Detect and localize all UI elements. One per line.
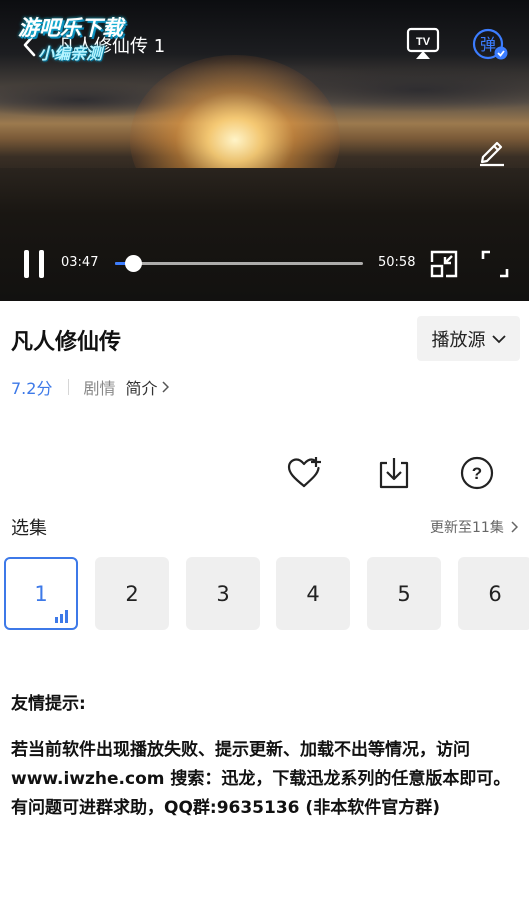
tv-cast-button[interactable]: TV <box>404 26 442 62</box>
danmu-toggle-button[interactable]: 弹 <box>470 26 510 62</box>
episode-number: 2 <box>125 581 139 606</box>
intro-label: 简介 <box>125 379 158 398</box>
show-title: 凡人修仙传 <box>11 330 122 355</box>
seek-bar[interactable] <box>115 255 363 272</box>
notice-title: 友情提示: <box>11 694 86 714</box>
pip-button[interactable] <box>426 246 462 282</box>
tv-cast-icon: TV <box>406 27 440 59</box>
meta-row: 7.2分 剧情 简介 <box>11 375 170 399</box>
episode-number: 6 <box>488 581 502 606</box>
pause-button[interactable] <box>18 246 52 282</box>
help-button[interactable]: ? <box>457 453 497 493</box>
intro-link[interactable]: 简介 <box>125 375 170 399</box>
chevron-right-icon <box>511 521 518 533</box>
episodes-update-link[interactable]: 更新至11集 <box>430 517 518 537</box>
episode-number: 1 <box>34 581 48 606</box>
video-player[interactable]: 凡人修仙传 1 游吧乐下载 小编亲测 TV 弹 03:47 50:58 <box>0 0 529 301</box>
play-source-label: 播放源 <box>431 329 486 351</box>
seek-bar-thumb[interactable] <box>124 255 142 272</box>
divider <box>68 379 70 395</box>
rating: 7.2分 <box>11 379 53 398</box>
pause-icon <box>24 250 44 278</box>
episode-number: 3 <box>216 581 230 606</box>
download-icon <box>379 458 409 489</box>
notice-body: 若当前软件出现播放失败、提示更新、加载不出等情况，访问 www.iwzhe.co… <box>11 740 511 818</box>
svg-text:TV: TV <box>416 36 431 48</box>
current-time: 03:47 <box>61 255 99 270</box>
danmu-icon: 弹 <box>472 28 508 60</box>
episodes-label: 选集 <box>11 518 47 539</box>
watermark-logo: 游吧乐下载 小编亲测 <box>10 8 160 68</box>
pip-icon <box>430 250 458 278</box>
edit-button[interactable] <box>474 132 510 168</box>
episode-button-3[interactable]: 3 <box>186 557 260 630</box>
help-icon: ? <box>460 456 494 490</box>
download-button[interactable] <box>374 453 414 493</box>
watermark-line2: 小编亲测 <box>38 44 103 63</box>
episode-list: 1 2 3 4 5 6 <box>4 556 529 632</box>
episode-number: 5 <box>397 581 411 606</box>
edit-icon <box>480 141 504 167</box>
episode-button-4[interactable]: 4 <box>276 557 350 630</box>
episode-number: 4 <box>306 581 320 606</box>
episode-button-6[interactable]: 6 <box>458 557 529 630</box>
fullscreen-button[interactable] <box>478 247 512 281</box>
play-source-button[interactable]: 播放源 <box>417 316 520 361</box>
svg-text:弹: 弹 <box>480 35 496 54</box>
chevron-right-icon <box>162 381 170 393</box>
total-time: 50:58 <box>378 255 416 270</box>
episode-button-1[interactable]: 1 <box>4 557 78 630</box>
episode-button-2[interactable]: 2 <box>95 557 169 630</box>
genre: 剧情 <box>83 379 116 398</box>
chevron-down-icon <box>491 334 506 343</box>
episode-button-5[interactable]: 5 <box>367 557 441 630</box>
favorite-button[interactable] <box>284 453 324 493</box>
fullscreen-icon <box>481 250 509 278</box>
heart-plus-icon <box>287 457 321 488</box>
watermark-line1: 游吧乐下载 <box>18 16 123 40</box>
svg-text:?: ? <box>472 464 482 483</box>
now-playing-bars-icon <box>55 610 68 623</box>
update-info-label: 更新至11集 <box>430 520 504 536</box>
